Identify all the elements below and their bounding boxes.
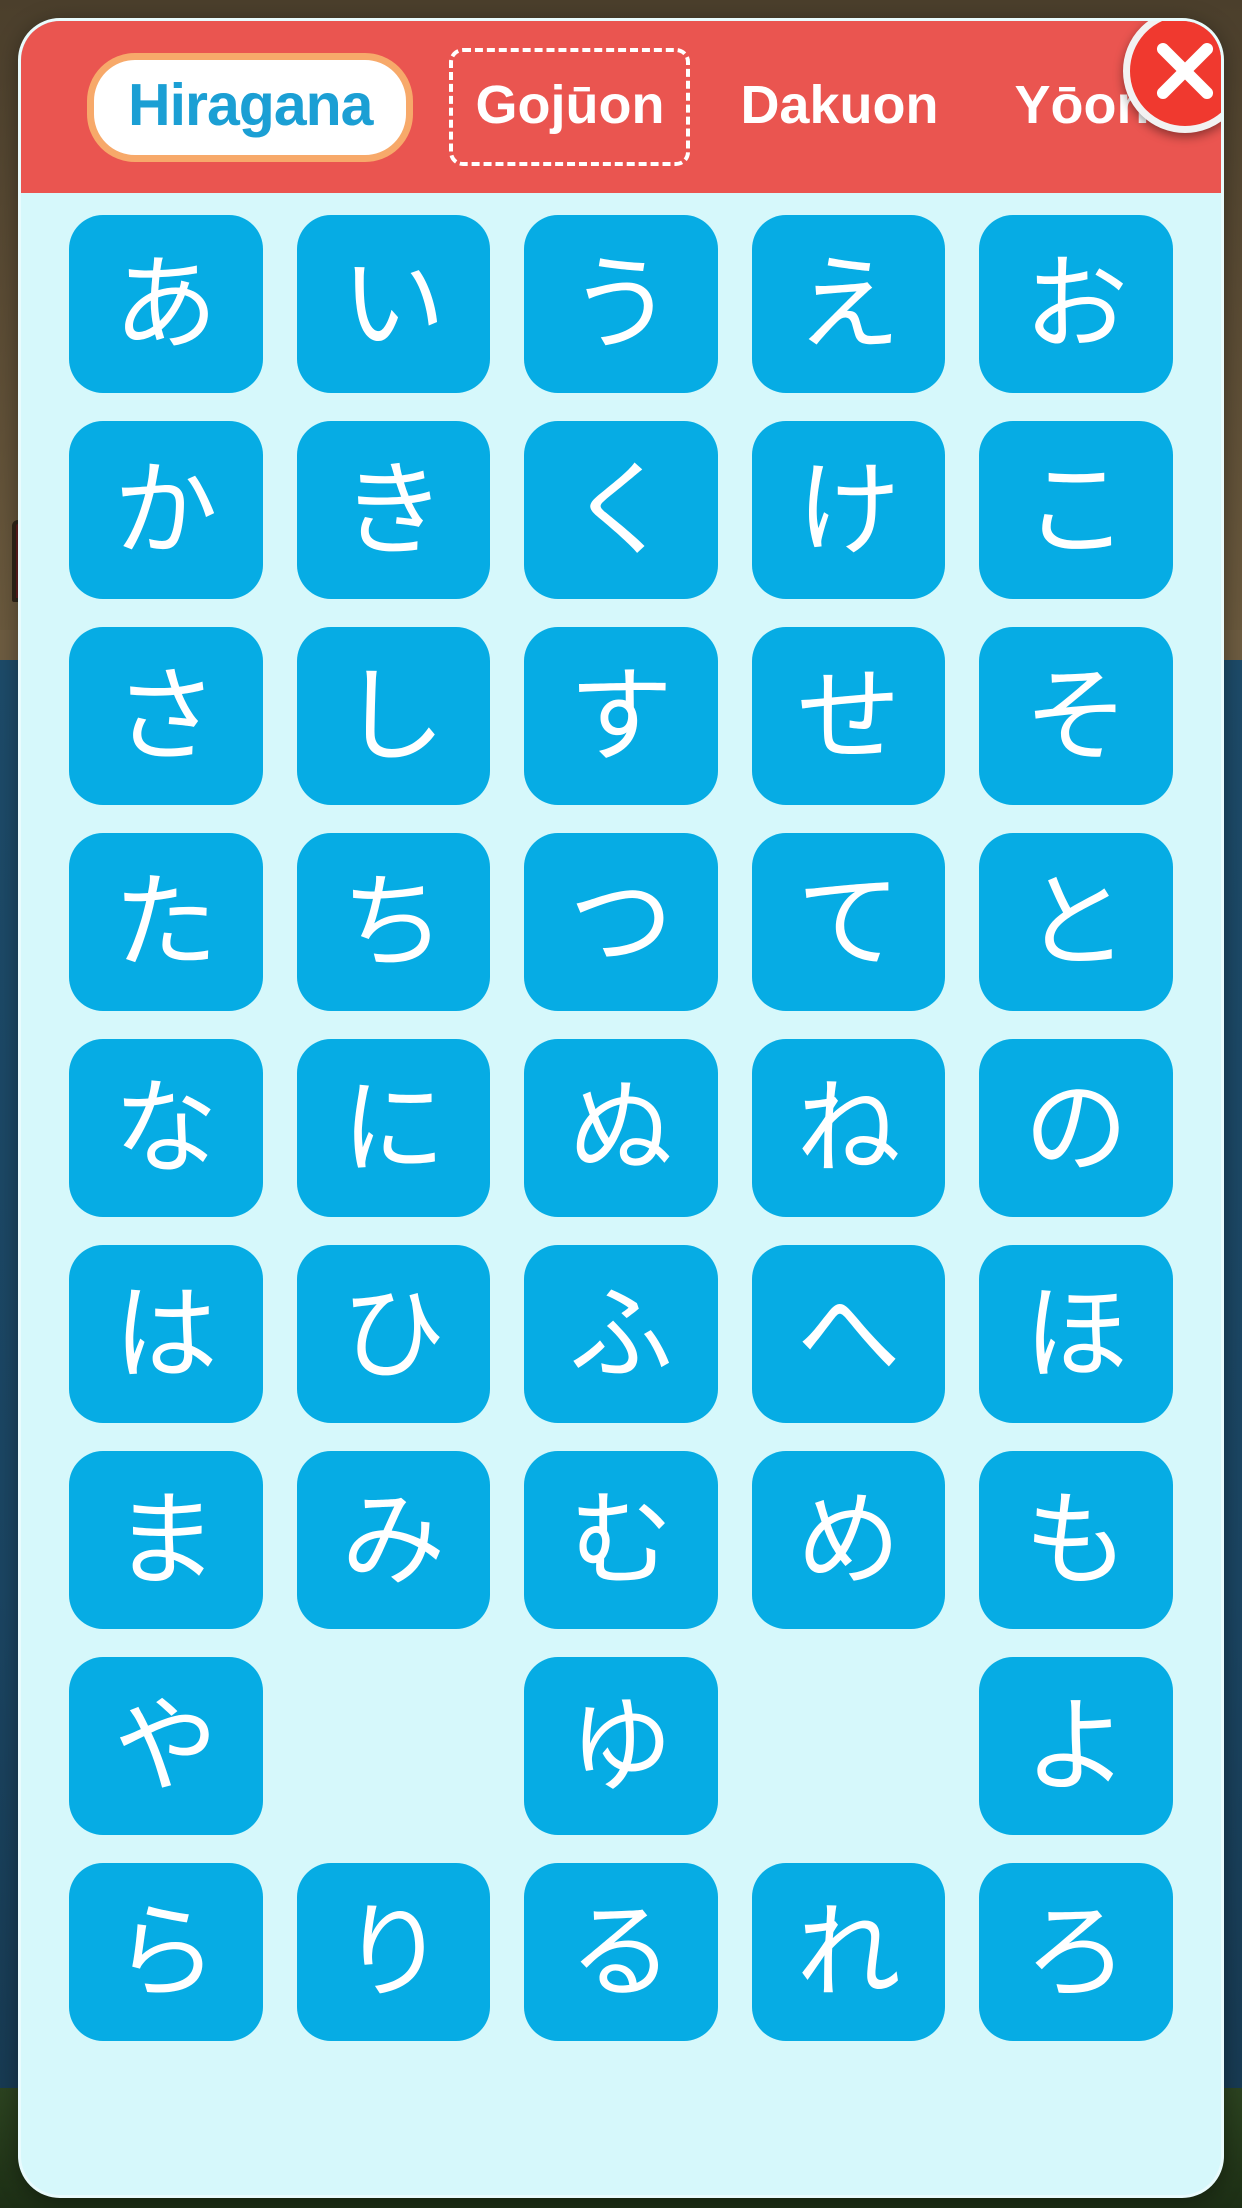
kana-tile[interactable]: せ [751, 627, 946, 805]
kana-tile[interactable]: り [296, 1863, 491, 2041]
tab-gojuon[interactable]: Gojūon [449, 48, 691, 166]
kana-tile[interactable]: ま [69, 1451, 263, 1629]
kana-tile[interactable]: ら [69, 1863, 263, 2041]
kana-tile[interactable]: ひ [296, 1245, 491, 1423]
kana-tile[interactable]: す [524, 627, 718, 805]
kana-tile[interactable]: れ [751, 1863, 946, 2041]
kana-tile[interactable]: な [69, 1039, 263, 1217]
close-icon[interactable] [1123, 21, 1221, 133]
kana-tile[interactable]: に [296, 1039, 491, 1217]
kana-tile[interactable]: ゆ [524, 1657, 718, 1835]
kana-tile-empty [297, 1657, 491, 1835]
kana-tile[interactable]: は [69, 1245, 263, 1423]
tab-group: Gojūon Dakuon Yōon [449, 48, 1175, 166]
kana-tile[interactable]: て [751, 833, 946, 1011]
close-x-icon [1156, 42, 1214, 100]
kana-tile[interactable]: ぬ [524, 1039, 718, 1217]
kana-tile[interactable]: や [69, 1657, 263, 1835]
kana-tile[interactable]: へ [751, 1245, 946, 1423]
kana-tile[interactable]: き [296, 421, 491, 599]
kana-tile[interactable]: ほ [979, 1245, 1173, 1423]
kana-tile[interactable]: め [751, 1451, 946, 1629]
kana-tile[interactable]: ち [296, 833, 491, 1011]
kana-tile[interactable]: む [524, 1451, 718, 1629]
kana-tile[interactable]: る [524, 1863, 718, 2041]
kana-tile[interactable]: く [524, 421, 718, 599]
kana-tile[interactable]: つ [524, 833, 718, 1011]
kana-tile[interactable]: け [751, 421, 946, 599]
kana-tile[interactable]: ね [751, 1039, 946, 1217]
script-selector-hiragana[interactable]: Hiragana [87, 52, 414, 162]
kana-tile-empty [752, 1657, 946, 1835]
kana-tile[interactable]: た [69, 833, 263, 1011]
kana-tile[interactable]: か [69, 421, 263, 599]
kana-tile[interactable]: あ [69, 215, 263, 393]
kana-chart-modal: Hiragana Gojūon Dakuon Yōon あいうえおかきくけこさし… [18, 18, 1224, 2198]
kana-tile[interactable]: う [524, 215, 718, 393]
kana-tile[interactable]: ふ [524, 1245, 718, 1423]
kana-tile[interactable]: い [296, 215, 491, 393]
kana-tile[interactable]: ろ [979, 1863, 1173, 2041]
kana-tile[interactable]: し [296, 627, 491, 805]
kana-tile[interactable]: え [751, 215, 946, 393]
modal-header: Hiragana Gojūon Dakuon Yōon [21, 21, 1221, 193]
kana-tile[interactable]: よ [979, 1657, 1173, 1835]
kana-tile[interactable]: こ [979, 421, 1173, 599]
kana-grid: あいうえおかきくけこさしすせそたちつてとなにぬねのはひふへほまみむめもや ゆ よらり… [21, 193, 1221, 2041]
kana-tile[interactable]: さ [69, 627, 263, 805]
kana-tile[interactable]: の [979, 1039, 1173, 1217]
kana-tile[interactable]: と [979, 833, 1173, 1011]
kana-tile[interactable]: そ [979, 627, 1173, 805]
kana-tile[interactable]: お [979, 215, 1173, 393]
tab-dakuon[interactable]: Dakuon [714, 48, 964, 166]
kana-tile[interactable]: も [979, 1451, 1173, 1629]
kana-tile[interactable]: み [296, 1451, 491, 1629]
